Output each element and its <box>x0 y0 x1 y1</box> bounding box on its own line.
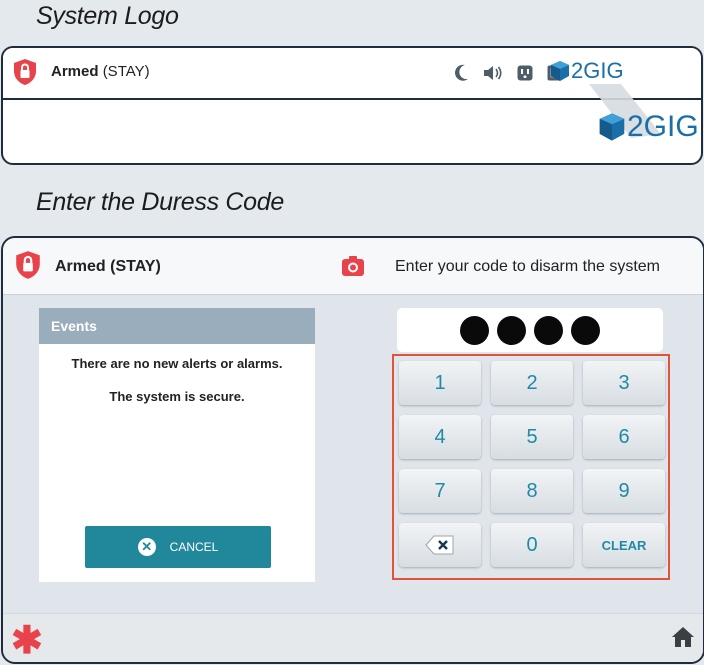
system-logo-title: System Logo <box>36 2 179 30</box>
arm-status: Armed (STAY) <box>55 258 161 275</box>
disarm-screen: Armed (STAY) Enter your code to disarm t… <box>1 236 704 664</box>
code-entry-display <box>397 308 663 352</box>
events-panel: Events There are no new alerts or alarms… <box>39 308 315 582</box>
backspace-icon <box>425 535 454 555</box>
2gig-cube-icon <box>551 61 569 81</box>
key-1[interactable]: 1 <box>399 361 481 405</box>
close-icon: ✕ <box>137 538 156 556</box>
camera-icon[interactable] <box>342 256 364 276</box>
key-0[interactable]: 0 <box>491 523 573 567</box>
key-8[interactable]: 8 <box>491 469 573 513</box>
key-9[interactable]: 9 <box>583 469 665 513</box>
moon-icon <box>455 64 468 81</box>
code-dot <box>571 315 600 345</box>
key-5[interactable]: 5 <box>491 415 573 459</box>
home-icon[interactable] <box>671 626 695 648</box>
speaker-icon <box>484 66 502 80</box>
code-dot <box>497 315 526 345</box>
asterisk-icon[interactable]: ✱ <box>11 622 43 660</box>
armed-shield-icon <box>14 59 36 85</box>
events-header: Events <box>39 308 315 344</box>
events-message-alerts: There are no new alerts or alarms. <box>71 356 283 371</box>
arm-status-label: Armed <box>51 63 99 80</box>
logo-2gig-large: 2GIG <box>597 110 699 144</box>
logo-text-small: 2GIG <box>571 58 624 83</box>
cancel-label: CANCEL <box>169 540 219 554</box>
logo-2gig-small: 2GIG <box>549 58 624 84</box>
status-icons <box>455 61 563 85</box>
arm-status-mode: (STAY) <box>102 63 150 80</box>
key-2[interactable]: 2 <box>491 361 573 405</box>
system-logo-panel: Armed (STAY) 2GIG 2GIG <box>1 46 703 165</box>
duress-code-title: Enter the Duress Code <box>36 188 284 216</box>
backspace-button[interactable] <box>399 523 481 567</box>
2gig-cube-icon-large <box>599 113 625 141</box>
disarm-header: Armed (STAY) Enter your code to disarm t… <box>3 238 703 295</box>
footer-bar: ✱ <box>3 613 703 662</box>
key-6[interactable]: 6 <box>583 415 665 459</box>
cancel-button[interactable]: ✕ CANCEL <box>85 526 271 568</box>
code-dot <box>534 315 563 345</box>
code-dot <box>460 315 489 345</box>
outlet-icon <box>517 65 533 81</box>
clear-button[interactable]: CLEAR <box>583 523 665 567</box>
key-3[interactable]: 3 <box>583 361 665 405</box>
disarm-prompt: Enter your code to disarm the system <box>395 258 660 275</box>
arm-status: Armed (STAY) <box>51 63 150 80</box>
key-7[interactable]: 7 <box>399 469 481 513</box>
events-message-secure: The system is secure. <box>109 389 245 404</box>
logo-text-large: 2GIG <box>627 110 699 143</box>
key-4[interactable]: 4 <box>399 415 481 459</box>
armed-shield-icon <box>16 251 40 279</box>
keypad: 1 2 3 4 5 6 7 8 9 0 CLEAR <box>392 354 670 580</box>
